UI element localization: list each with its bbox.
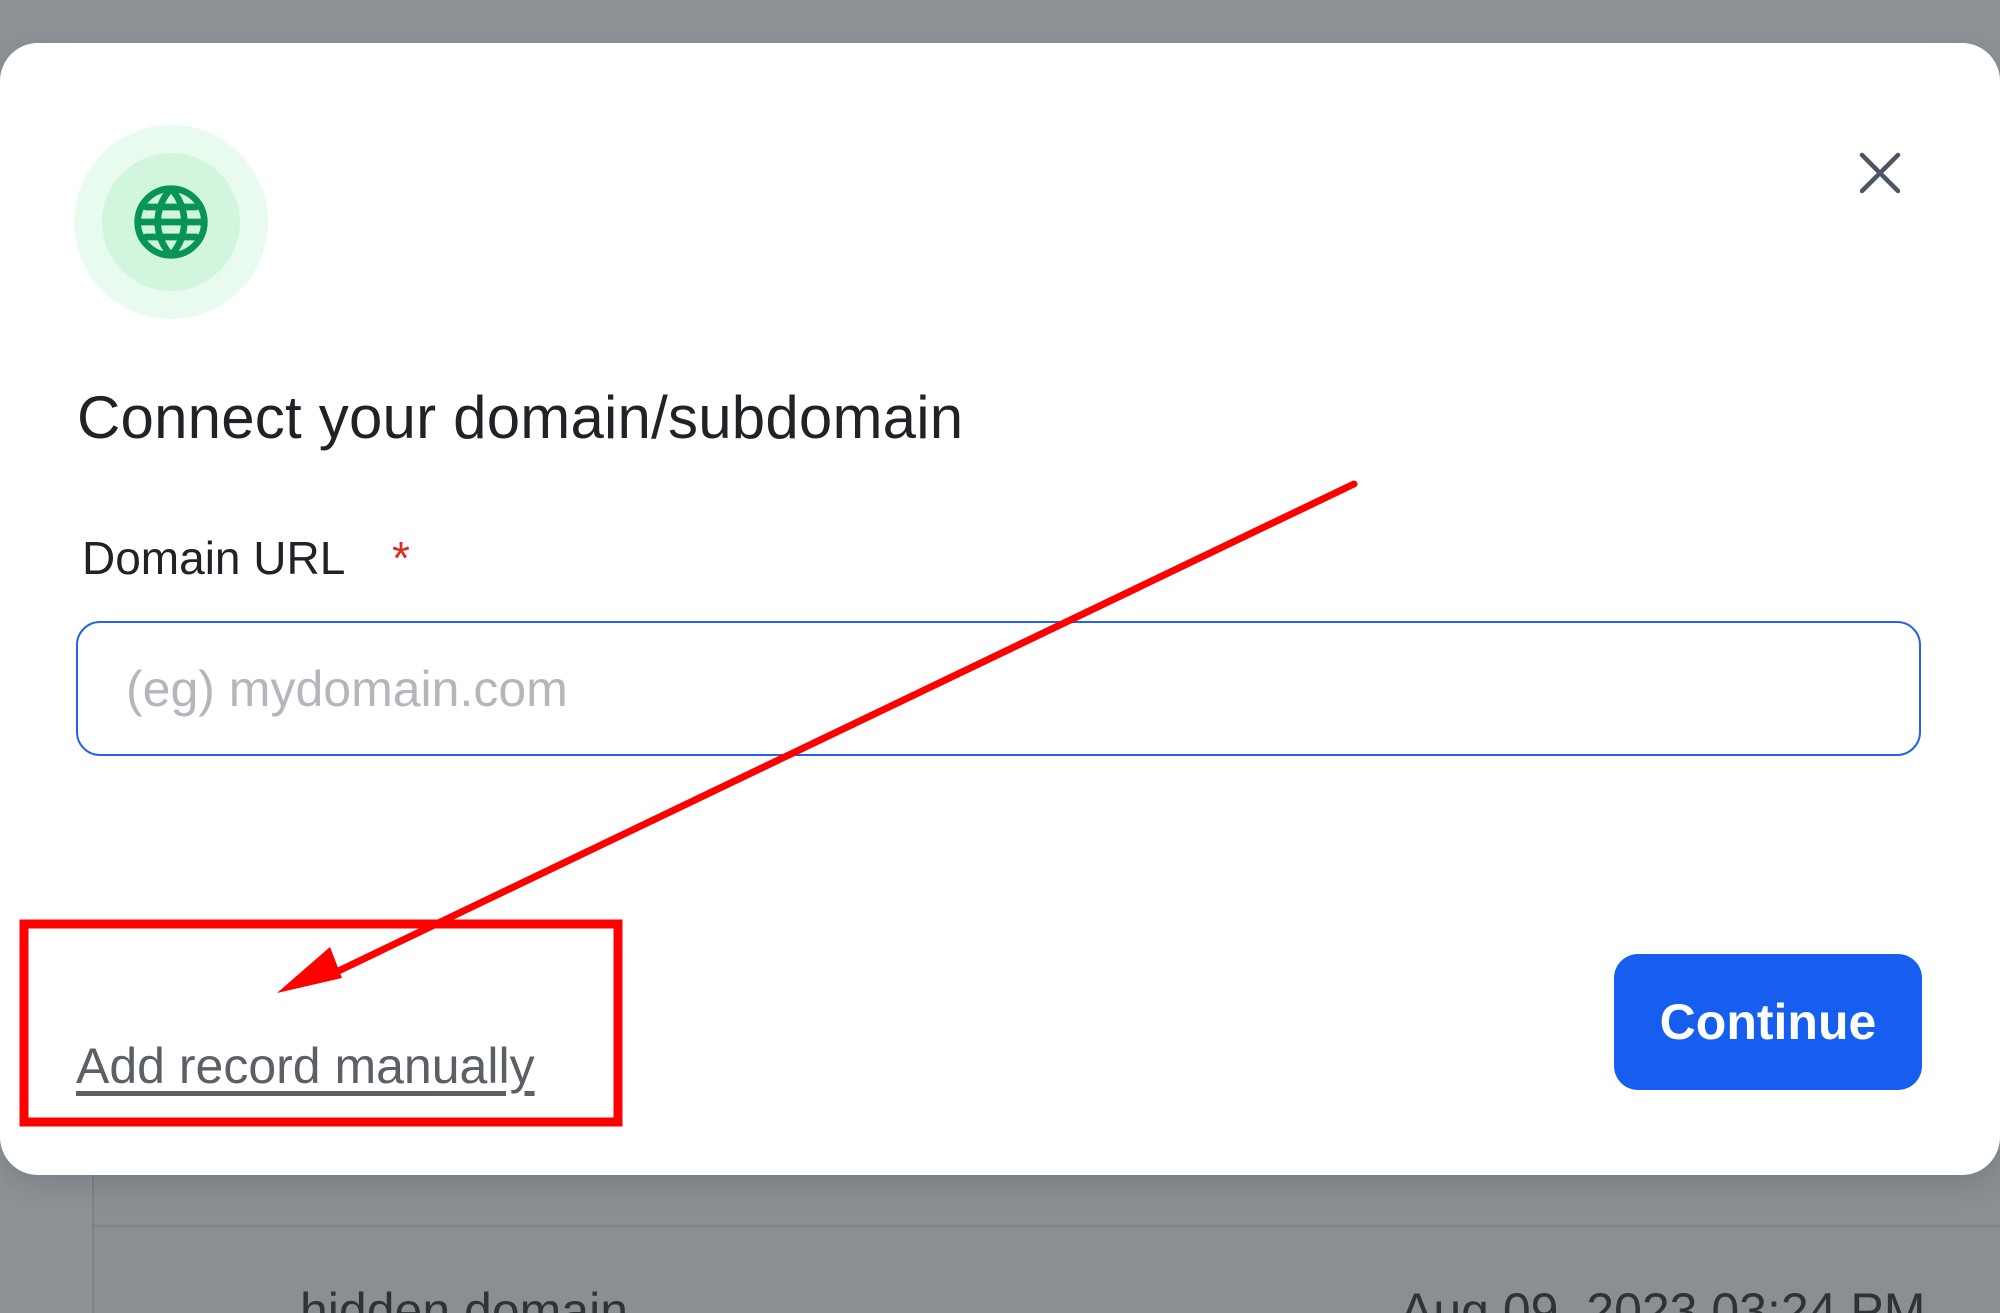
modal-title: Connect your domain/subdomain bbox=[77, 384, 964, 451]
domain-url-label: Domain URL bbox=[82, 532, 346, 584]
close-button[interactable] bbox=[1845, 138, 1915, 208]
required-asterisk: * bbox=[392, 532, 410, 584]
background-row-date: Aug 09, 2023 03:24 PM bbox=[1400, 1283, 1926, 1313]
connect-domain-modal: Connect your domain/subdomain Domain URL… bbox=[0, 43, 2000, 1175]
background-row-name: hidden domain bbox=[300, 1283, 629, 1313]
globe-icon-badge bbox=[74, 125, 268, 319]
continue-button[interactable]: Continue bbox=[1614, 954, 1922, 1090]
close-icon bbox=[1859, 152, 1901, 194]
globe-icon bbox=[134, 185, 208, 259]
domain-url-input[interactable] bbox=[76, 621, 1921, 756]
background-divider bbox=[94, 1225, 2000, 1227]
add-record-manually-link[interactable]: Add record manually bbox=[76, 1041, 535, 1091]
